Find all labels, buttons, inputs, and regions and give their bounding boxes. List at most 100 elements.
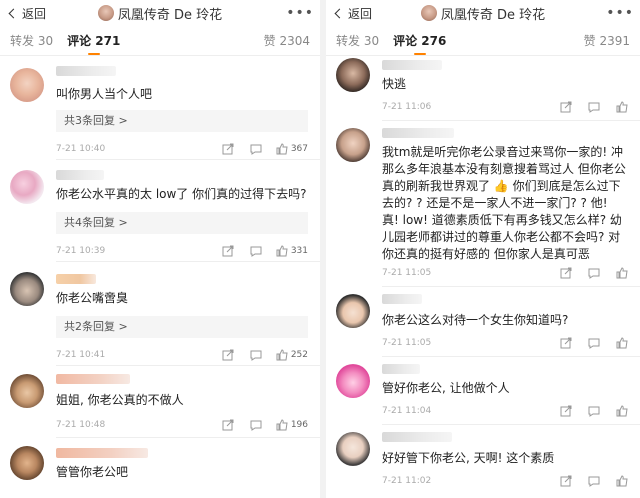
divider xyxy=(382,356,640,357)
share-icon[interactable] xyxy=(222,419,234,431)
comment-text: 你老公这么对待一个女生你知道吗? xyxy=(382,313,569,327)
tab-repost[interactable]: 转发 30 xyxy=(336,32,379,49)
share-icon[interactable] xyxy=(222,143,234,155)
share-icon[interactable] xyxy=(560,337,572,349)
comment-icon[interactable] xyxy=(250,143,262,155)
tab-like[interactable]: 赞 2391 xyxy=(584,32,630,49)
comment-item: 管好你老公, 让他做个人 7-21 11:04 xyxy=(326,360,640,425)
page-title: 凤凰传奇 De 玲花 xyxy=(326,4,640,23)
like-icon xyxy=(276,143,288,155)
like-button[interactable]: 196 xyxy=(276,419,308,431)
tab-bar: 转发 30 评论 271 赞 2304 xyxy=(0,26,320,56)
username-blurred[interactable] xyxy=(382,128,454,138)
username-blurred[interactable] xyxy=(56,66,116,76)
avatar[interactable] xyxy=(10,272,44,306)
replies-link[interactable]: 共2条回复 > xyxy=(56,316,308,338)
comment-text: 管管你老公吧 xyxy=(56,465,129,479)
replies-link[interactable]: 共3条回复 > xyxy=(56,110,308,132)
like-icon[interactable] xyxy=(616,337,628,349)
comment-meta: 7-21 10:48 196 xyxy=(56,418,308,432)
back-button[interactable]: 返回 xyxy=(6,5,46,22)
comment-meta: 7-21 11:05 xyxy=(382,336,628,350)
like-icon xyxy=(276,245,288,257)
avatar[interactable] xyxy=(10,68,44,102)
username-blurred[interactable] xyxy=(56,374,130,384)
avatar[interactable] xyxy=(336,58,370,92)
username-blurred[interactable] xyxy=(382,294,422,304)
top-bar: 返回 凤凰传奇 De 玲花 ••• xyxy=(0,0,320,26)
right-screenshot-panel: 返回 凤凰传奇 De 玲花 ••• 转发 30 评论 276 赞 2391 快逃… xyxy=(326,0,640,498)
comment-item: 管管你老公吧 xyxy=(0,440,320,498)
avatar[interactable] xyxy=(336,294,370,328)
comment-text: 我tm就是听完你老公录音过来骂你一家的! 冲那么多年浪基本没有刻意搜着骂过人 但… xyxy=(382,145,626,261)
like-icon[interactable] xyxy=(616,267,628,279)
timestamp: 7-21 10:48 xyxy=(56,420,106,430)
username-blurred[interactable] xyxy=(56,274,96,284)
share-icon[interactable] xyxy=(560,267,572,279)
username-blurred[interactable] xyxy=(56,448,148,458)
top-bar: 返回 凤凰传奇 De 玲花 ••• xyxy=(326,0,640,26)
comment-text: 你老公水平真的太 low了 你们真的过得下去吗? xyxy=(56,187,307,201)
tab-like[interactable]: 赞 2304 xyxy=(264,32,310,49)
page-title: 凤凰传奇 De 玲花 xyxy=(0,4,320,23)
comment-item: 快逃 7-21 11:06 xyxy=(326,58,640,121)
like-icon[interactable] xyxy=(616,475,628,487)
like-icon[interactable] xyxy=(616,101,628,113)
like-icon xyxy=(276,349,288,361)
share-icon[interactable] xyxy=(222,245,234,257)
replies-link[interactable]: 共4条回复 > xyxy=(56,212,308,234)
avatar[interactable] xyxy=(10,374,44,408)
comment-meta: 7-21 10:40 367 xyxy=(56,142,308,156)
like-button[interactable]: 367 xyxy=(276,143,308,155)
like-icon[interactable] xyxy=(616,405,628,417)
share-icon[interactable] xyxy=(560,405,572,417)
timestamp: 7-21 11:06 xyxy=(382,102,432,112)
comment-text: 姐姐, 你老公真的不做人 xyxy=(56,393,184,407)
comment-icon[interactable] xyxy=(588,405,600,417)
timestamp: 7-21 11:04 xyxy=(382,406,432,416)
more-button[interactable]: ••• xyxy=(606,5,634,21)
comment-icon[interactable] xyxy=(588,475,600,487)
username-blurred[interactable] xyxy=(382,60,442,70)
username-blurred[interactable] xyxy=(382,364,420,374)
like-button[interactable]: 252 xyxy=(276,349,308,361)
timestamp: 7-21 11:05 xyxy=(382,268,432,278)
comment-text: 管好你老公, 让他做个人 xyxy=(382,381,510,395)
avatar[interactable] xyxy=(10,170,44,204)
comment-icon[interactable] xyxy=(250,245,262,257)
comment-meta: 7-21 10:39 331 xyxy=(56,244,308,258)
username-blurred[interactable] xyxy=(56,170,104,180)
comment-icon[interactable] xyxy=(588,101,600,113)
avatar[interactable] xyxy=(10,446,44,480)
left-screenshot-panel: 返回 凤凰传奇 De 玲花 ••• 转发 30 评论 271 赞 2304 叫你… xyxy=(0,0,320,498)
avatar[interactable] xyxy=(336,432,370,466)
more-button[interactable]: ••• xyxy=(286,5,314,21)
avatar[interactable] xyxy=(336,364,370,398)
comment-item: 叫你男人当个人吧 共3条回复 > 7-21 10:40 367 xyxy=(0,58,320,160)
share-icon[interactable] xyxy=(560,475,572,487)
avatar[interactable] xyxy=(336,128,370,162)
username-blurred[interactable] xyxy=(382,432,452,442)
share-icon[interactable] xyxy=(222,349,234,361)
comment-icon[interactable] xyxy=(250,349,262,361)
like-button[interactable]: 331 xyxy=(276,245,308,257)
comment-icon[interactable] xyxy=(250,419,262,431)
comment-meta: 7-21 10:41 252 xyxy=(56,348,308,362)
tab-comment[interactable]: 评论 276 xyxy=(393,32,446,55)
tab-repost[interactable]: 转发 30 xyxy=(10,32,53,49)
timestamp: 7-21 10:40 xyxy=(56,144,106,154)
divider xyxy=(382,286,640,287)
timestamp: 7-21 11:05 xyxy=(382,338,432,348)
divider xyxy=(382,424,640,425)
back-button[interactable]: 返回 xyxy=(332,5,372,22)
timestamp: 7-21 10:39 xyxy=(56,246,106,256)
comment-icon[interactable] xyxy=(588,267,600,279)
comment-item: 我tm就是听完你老公录音过来骂你一家的! 冲那么多年浪基本没有刻意搜着骂过人 但… xyxy=(326,124,640,287)
comment-icon[interactable] xyxy=(588,337,600,349)
like-icon xyxy=(276,419,288,431)
tab-comment[interactable]: 评论 271 xyxy=(67,32,120,55)
author-avatar xyxy=(420,5,437,21)
share-icon[interactable] xyxy=(560,101,572,113)
back-label: 返回 xyxy=(22,6,47,21)
chevron-left-icon xyxy=(8,8,19,18)
